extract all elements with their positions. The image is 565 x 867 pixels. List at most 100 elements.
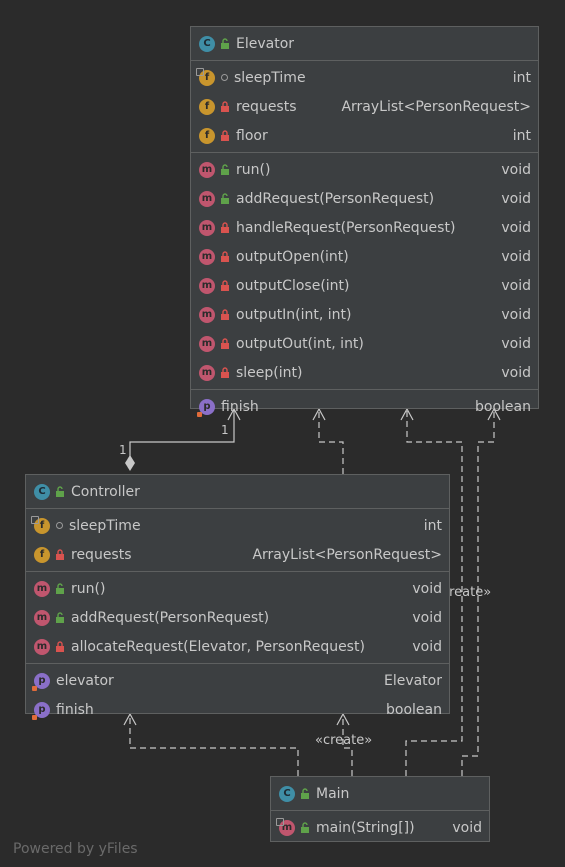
field-row[interactable]: f sleepTime int [191,63,538,92]
field-type: int [512,127,531,144]
aggregation-diamond [125,455,135,471]
class-controller[interactable]: C Controller f sleepTime int f requests … [25,474,450,720]
field-type: int [423,517,442,534]
method-icon: m [199,335,215,352]
class-header: C Elevator [191,27,538,61]
property-row[interactable]: p elevator Elevator [26,666,449,695]
properties-section: p elevator Elevator p finish boolean [26,664,449,726]
class-icon: C [279,785,295,802]
method-row[interactable]: m allocateRequest(Elevator, PersonReques… [26,632,449,661]
private-lock-icon [56,548,64,560]
private-lock-icon [221,250,229,262]
method-type: void [412,638,442,655]
properties-section: p finish boolean [191,390,538,423]
property-name: finish [221,398,259,415]
method-row[interactable]: m sleep(int) void [191,358,538,387]
property-name: elevator [56,672,114,689]
class-icon: C [199,35,215,52]
fields-section: f sleepTime int f requests ArrayList<Per… [191,61,538,153]
method-name: outputOut(int, int) [236,335,364,352]
method-type: void [412,580,442,597]
property-icon: p [32,701,50,720]
field-name: sleepTime [69,517,141,534]
method-type: void [501,219,531,236]
method-icon: m [34,638,50,655]
public-lock-icon [301,787,309,799]
property-icon: p [32,672,50,691]
private-lock-icon [221,129,229,141]
method-row[interactable]: m handleRequest(PersonRequest) void [191,213,538,242]
method-row[interactable]: m outputOpen(int) void [191,242,538,271]
method-icon: m [199,161,215,178]
public-lock-icon [221,37,229,49]
method-name: outputIn(int, int) [236,306,352,323]
method-row[interactable]: m run() void [26,574,449,603]
method-row[interactable]: m run() void [191,155,538,184]
field-icon: f [34,546,50,563]
class-main[interactable]: C Main m main(String[]) void [270,776,490,842]
method-name: outputClose(int) [236,277,350,294]
method-name: outputOpen(int) [236,248,349,265]
footer-credit: Powered by yFiles [13,841,138,857]
multiplicity-source: 1 [119,443,127,457]
method-icon: m [199,248,215,265]
class-name: Elevator [236,35,295,52]
method-type: void [452,819,482,836]
method-icon: m [199,219,215,236]
property-type: Elevator [383,672,442,689]
private-lock-icon [221,221,229,233]
field-icon: f [199,98,215,115]
multiplicity-target: 1 [221,423,229,437]
method-row[interactable]: m addRequest(PersonRequest) void [191,184,538,213]
field-type: ArrayList<PersonRequest> [341,98,531,115]
method-row[interactable]: m outputOut(int, int) void [191,329,538,358]
method-icon: m [34,609,50,626]
class-name: Controller [71,483,140,500]
method-type: void [501,248,531,265]
public-lock-icon [56,485,64,497]
field-row[interactable]: f floor int [191,121,538,150]
method-row[interactable]: m outputIn(int, int) void [191,300,538,329]
field-icon: f [196,67,215,86]
property-name: finish [56,701,94,718]
class-header: C Controller [26,475,449,509]
property-type: boolean [386,701,442,718]
class-header: C Main [271,777,489,811]
methods-section: m run() void m addRequest(PersonRequest)… [191,153,538,390]
private-lock-icon [221,279,229,291]
method-name: addRequest(PersonRequest) [236,190,435,207]
private-lock-icon [56,640,64,652]
method-icon: m [199,277,215,294]
method-icon: m [199,190,215,207]
class-elevator[interactable]: C Elevator f sleepTime int f requests Ar… [190,26,539,417]
field-row[interactable]: f sleepTime int [26,511,449,540]
property-row[interactable]: p finish boolean [191,392,538,421]
field-name: requests [236,98,297,115]
package-visibility-icon [56,522,63,529]
property-icon: p [197,398,215,417]
field-row[interactable]: f requests ArrayList<PersonRequest> [191,92,538,121]
field-row[interactable]: f requests ArrayList<PersonRequest> [26,540,449,569]
field-name: sleepTime [234,69,306,86]
method-name: run() [71,580,106,597]
method-type: void [501,306,531,323]
public-lock-icon [221,192,229,204]
package-visibility-icon [221,74,228,81]
method-row[interactable]: m main(String[]) void [271,813,489,842]
method-row[interactable]: m addRequest(PersonRequest) void [26,603,449,632]
property-type: boolean [475,398,531,415]
property-row[interactable]: p finish boolean [26,695,449,724]
field-type: ArrayList<PersonRequest> [252,546,442,563]
field-icon: f [199,127,215,144]
method-name: addRequest(PersonRequest) [71,609,270,626]
method-type: void [501,335,531,352]
field-name: requests [71,546,132,563]
private-lock-icon [221,308,229,320]
fields-section: f sleepTime int f requests ArrayList<Per… [26,509,449,572]
method-icon: m [199,364,215,381]
method-type: void [501,161,531,178]
class-name: Main [316,785,350,802]
method-row[interactable]: m outputClose(int) void [191,271,538,300]
methods-section: m run() void m addRequest(PersonRequest)… [26,572,449,664]
method-type: void [501,364,531,381]
